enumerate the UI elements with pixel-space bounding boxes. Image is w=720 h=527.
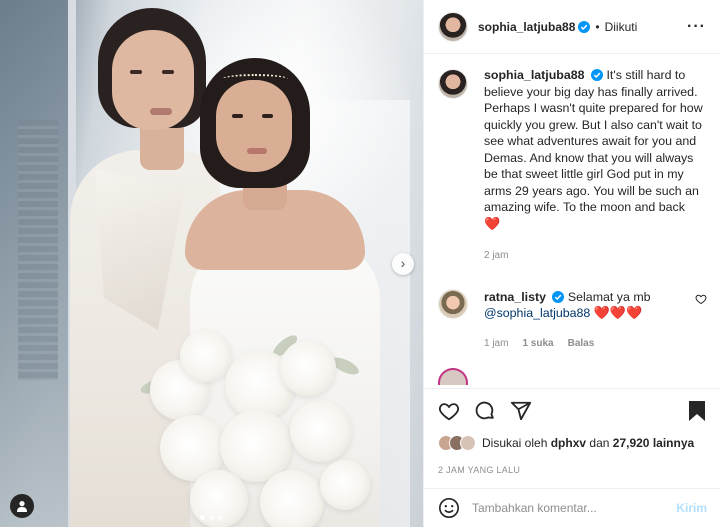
comment-icon[interactable] — [474, 400, 496, 422]
liked-by-prefix: Disukai oleh — [482, 436, 548, 450]
tagged-users-button[interactable] — [10, 494, 34, 518]
post-author-username[interactable]: sophia_latjuba88 — [478, 20, 575, 34]
liked-by-connector: dan — [589, 436, 610, 450]
emoji-smiley-icon[interactable] — [438, 497, 460, 519]
comment-reply-button[interactable]: Balas — [568, 336, 595, 353]
comment-time[interactable]: 1 jam — [484, 336, 508, 353]
post-photo[interactable]: › — [0, 0, 423, 527]
bride-eye — [262, 114, 273, 118]
user-icon — [17, 501, 27, 512]
comment-likes-count[interactable]: 1 suka — [522, 336, 553, 353]
heart-emoji: ❤️ — [484, 215, 501, 231]
comment-mention-link[interactable]: @sophia_latjuba88 — [484, 306, 590, 320]
comment-input[interactable] — [472, 501, 677, 515]
caption-username[interactable]: sophia_latjuba88 — [484, 68, 585, 82]
carousel-indicator — [200, 515, 223, 520]
caption-text: It's still hard to believe your big day … — [484, 68, 703, 214]
comment-item: ratna_listy Selamat ya mb @sophia_latjub… — [438, 288, 707, 353]
chevron-right-icon: › — [400, 255, 406, 271]
caption-time[interactable]: 2 jam — [484, 248, 508, 265]
mother-eye — [162, 70, 174, 74]
comment-username[interactable]: ratna_listy — [484, 290, 546, 304]
comment-text: Selamat ya mb — [567, 289, 651, 304]
heart-emoji: ❤️❤️❤️ — [593, 305, 643, 320]
post-timestamp[interactable]: 2 JAM YANG LALU — [438, 465, 707, 475]
post-actions: Disukai oleh dphxv dan 27,920 lainnya 2 … — [424, 388, 720, 475]
city-building-background — [18, 120, 58, 380]
post-side-panel: sophia_latjuba88 • Diikuti ··· sophia_la… — [423, 0, 720, 527]
liker-avatars — [438, 435, 476, 451]
avatar[interactable] — [438, 368, 468, 385]
bride-lips — [247, 148, 267, 154]
avatar[interactable] — [438, 69, 468, 99]
bride-eye — [232, 114, 243, 118]
share-icon[interactable] — [510, 400, 532, 422]
caption: sophia_latjuba88 It's still hard to beli… — [438, 67, 707, 289]
avatar[interactable] — [438, 11, 468, 42]
verified-badge-icon — [552, 290, 565, 303]
bookmark-icon[interactable] — [687, 400, 707, 422]
bride-face — [216, 80, 292, 172]
heart-outline-icon[interactable] — [438, 400, 460, 422]
carousel-next-button[interactable]: › — [392, 253, 414, 275]
carousel-dot — [218, 515, 223, 520]
likes-count[interactable]: 27,920 lainnya — [613, 436, 694, 450]
liked-by-user[interactable]: dphxv — [551, 436, 586, 450]
send-comment-button[interactable]: Kirim — [676, 501, 707, 515]
heart-outline-icon[interactable] — [695, 293, 707, 305]
mother-lips — [150, 108, 172, 115]
separator-dot: • — [595, 19, 600, 34]
mother-eye — [130, 70, 142, 74]
comments-list[interactable]: sophia_latjuba88 It's still hard to beli… — [424, 55, 720, 385]
post-header: sophia_latjuba88 • Diikuti ··· — [424, 0, 720, 54]
carousel-dot — [209, 515, 214, 520]
verified-badge-icon — [578, 20, 591, 33]
follow-status-button[interactable]: Diikuti — [605, 20, 638, 34]
avatar[interactable] — [438, 288, 468, 319]
liked-by[interactable]: Disukai oleh dphxv dan 27,920 lainnya — [438, 435, 707, 451]
more-horizontal-icon[interactable]: ··· — [687, 18, 706, 36]
white-bouquet — [130, 320, 380, 527]
bride-tiara — [222, 74, 288, 84]
mother-face — [112, 30, 194, 130]
add-comment-bar: Kirim — [424, 488, 720, 527]
carousel-dot — [200, 515, 205, 520]
verified-badge-icon — [591, 69, 603, 81]
